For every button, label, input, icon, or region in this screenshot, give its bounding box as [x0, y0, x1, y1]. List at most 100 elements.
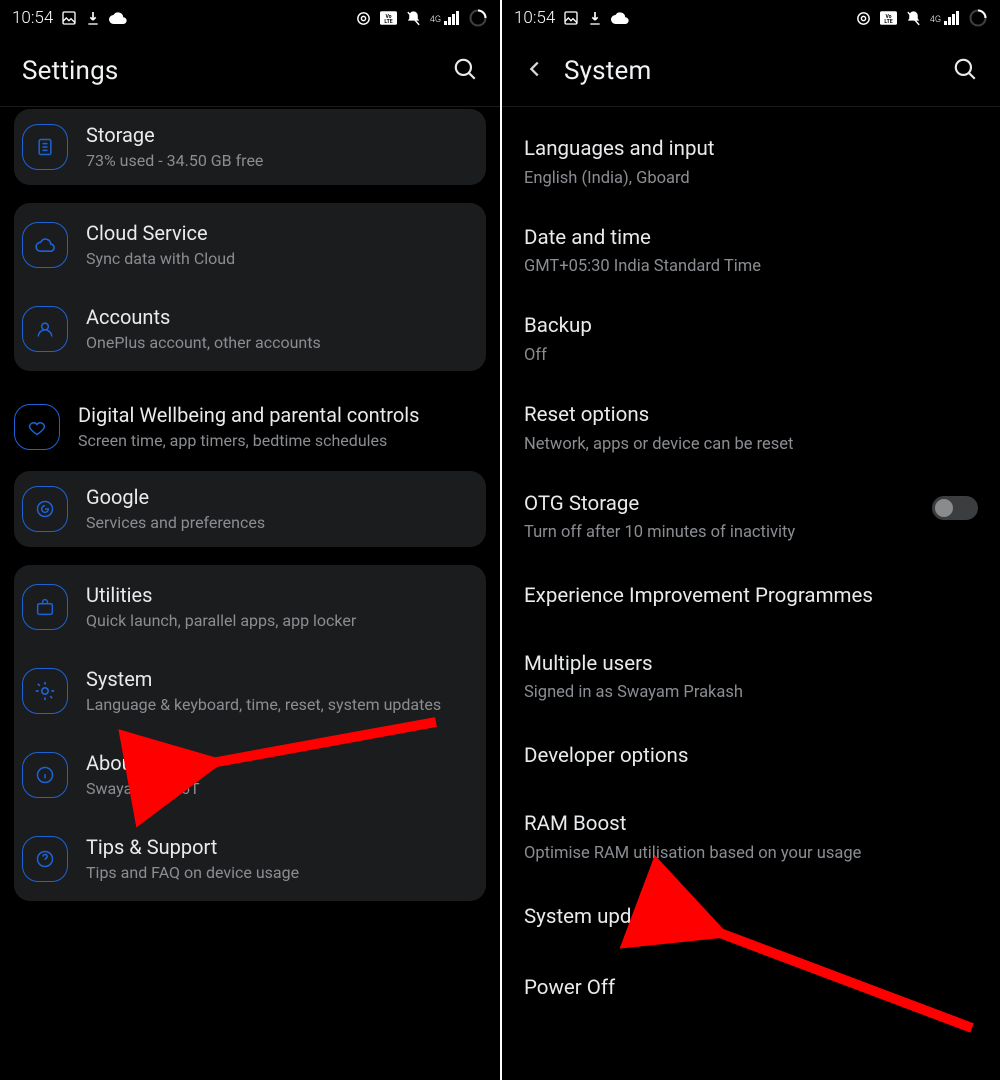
status-bar: 10:54 VoLTE 4G: [0, 0, 500, 36]
search-icon[interactable]: [452, 56, 478, 86]
system-screen: 10:54 VoLTE 4G System: [500, 0, 1000, 1080]
settings-row-title: Utilities: [86, 583, 356, 607]
spinner-icon: [468, 8, 488, 28]
system-item-otg[interactable]: OTG Storage Turn off after 10 minutes of…: [524, 474, 978, 563]
system-item-subtitle: English (India), Gboard: [524, 169, 978, 188]
settings-group-storage: Storage 73% used - 34.50 GB free: [14, 109, 486, 185]
system-item-title: Developer options: [524, 740, 978, 774]
system-item-subtitle: Turn off after 10 minutes of inactivity: [524, 523, 978, 542]
status-clock: 10:54: [514, 8, 555, 28]
system-item-title: Experience Improvement Programmes: [524, 580, 978, 614]
page-title: System: [564, 56, 651, 86]
spinner-icon: [968, 8, 988, 28]
system-item-title: RAM Boost: [524, 812, 978, 838]
settings-scroll[interactable]: Storage 73% used - 34.50 GB free Cloud S…: [0, 107, 500, 939]
settings-screen: 10:54 VoLTE 4G Settings: [0, 0, 500, 1080]
download-icon: [85, 10, 101, 26]
settings-row-title: Tips & Support: [86, 835, 299, 859]
settings-row-title: Digital Wellbeing and parental controls: [78, 403, 419, 427]
settings-row-system[interactable]: System Language & keyboard, time, reset,…: [14, 649, 486, 733]
system-list[interactable]: Languages and input English (India), Gbo…: [502, 107, 1000, 1026]
otg-toggle[interactable]: [932, 496, 978, 520]
settings-group-accounts: Cloud Service Sync data with Cloud Accou…: [14, 203, 486, 371]
system-item-reset[interactable]: Reset options Network, apps or device ca…: [524, 385, 978, 474]
system-item-title: Backup: [524, 314, 978, 340]
settings-row-cloud[interactable]: Cloud Service Sync data with Cloud: [14, 203, 486, 287]
settings-row-storage[interactable]: Storage 73% used - 34.50 GB free: [14, 109, 486, 185]
mute-icon: [405, 10, 422, 27]
settings-row-title: Storage: [86, 123, 263, 147]
settings-row-google[interactable]: Google Services and preferences: [14, 471, 486, 547]
cloud-service-icon: [22, 222, 68, 268]
settings-row-accounts[interactable]: Accounts OnePlus account, other accounts: [14, 287, 486, 371]
svg-text:LTE: LTE: [384, 19, 392, 25]
system-header: System: [502, 36, 1000, 106]
settings-row-subtitle: OnePlus account, other accounts: [86, 333, 321, 353]
settings-row-about[interactable]: About phone Swayam's OP6T: [14, 733, 486, 817]
system-icon: [22, 668, 68, 714]
svg-text:LTE: LTE: [884, 19, 892, 25]
settings-row-utilities[interactable]: Utilities Quick launch, parallel apps, a…: [14, 565, 486, 649]
settings-group-google: Google Services and preferences: [14, 471, 486, 547]
cloud-icon: [109, 11, 127, 25]
cloud-icon: [611, 11, 629, 25]
settings-group-wellbeing: Digital Wellbeing and parental controls …: [14, 389, 486, 465]
system-item-subtitle: Signed in as Swayam Prakash: [524, 683, 978, 702]
status-bar: 10:54 VoLTE 4G: [502, 0, 1000, 36]
system-item-subtitle: Optimise RAM utilisation based on your u…: [524, 844, 978, 863]
system-item-title: Power Off: [524, 972, 978, 1006]
settings-row-title: About phone: [86, 751, 200, 775]
system-item-ramboost[interactable]: RAM Boost Optimise RAM utilisation based…: [524, 794, 978, 883]
image-icon: [563, 10, 579, 26]
system-item-title: Languages and input: [524, 137, 978, 163]
status-clock: 10:54: [12, 8, 53, 28]
image-icon: [61, 10, 77, 26]
settings-row-tips[interactable]: Tips & Support Tips and FAQ on device us…: [14, 817, 486, 901]
system-item-experience[interactable]: Experience Improvement Programmes: [524, 562, 978, 634]
signal-4g-icon: 4G: [930, 11, 960, 25]
download-icon: [587, 10, 603, 26]
system-item-subtitle: Off: [524, 346, 978, 365]
settings-row-title: System: [86, 667, 441, 691]
settings-row-wellbeing[interactable]: Digital Wellbeing and parental controls …: [14, 389, 486, 465]
settings-row-subtitle: Swayam's OP6T: [86, 779, 200, 799]
about-icon: [22, 752, 68, 798]
signal-4g-icon: 4G: [430, 11, 460, 25]
settings-row-subtitle: 73% used - 34.50 GB free: [86, 151, 263, 171]
back-button[interactable]: [524, 58, 546, 84]
cast-icon: [355, 10, 372, 27]
settings-row-title: Accounts: [86, 305, 321, 329]
system-item-developer[interactable]: Developer options: [524, 722, 978, 794]
system-item-poweroff[interactable]: Power Off: [524, 954, 978, 1026]
page-title: Settings: [22, 56, 119, 86]
system-item-title: System updates: [524, 901, 978, 935]
accounts-icon: [22, 306, 68, 352]
system-item-title: Date and time: [524, 226, 978, 252]
google-icon: [22, 486, 68, 532]
search-icon[interactable]: [952, 56, 978, 86]
settings-row-subtitle: Screen time, app timers, bedtime schedul…: [78, 431, 419, 451]
system-item-updates[interactable]: System updates: [524, 883, 978, 955]
settings-row-subtitle: Quick launch, parallel apps, app locker: [86, 611, 356, 631]
system-item-backup[interactable]: Backup Off: [524, 296, 978, 385]
system-item-subtitle: GMT+05:30 India Standard Time: [524, 257, 978, 276]
storage-icon: [22, 124, 68, 170]
volte-icon: VoLTE: [380, 11, 397, 25]
tips-icon: [22, 836, 68, 882]
settings-row-subtitle: Services and preferences: [86, 513, 265, 533]
settings-row-title: Cloud Service: [86, 221, 235, 245]
settings-row-title: Google: [86, 485, 265, 509]
system-item-title: OTG Storage: [524, 492, 978, 518]
system-item-datetime[interactable]: Date and time GMT+05:30 India Standard T…: [524, 208, 978, 297]
cast-icon: [855, 10, 872, 27]
settings-header: Settings: [0, 36, 500, 106]
system-item-users[interactable]: Multiple users Signed in as Swayam Praka…: [524, 634, 978, 723]
settings-group-system: Utilities Quick launch, parallel apps, a…: [14, 565, 486, 901]
system-item-subtitle: Network, apps or device can be reset: [524, 435, 978, 454]
settings-row-subtitle: Language & keyboard, time, reset, system…: [86, 695, 441, 715]
utilities-icon: [22, 584, 68, 630]
wellbeing-icon: [14, 404, 60, 450]
system-item-title: Multiple users: [524, 652, 978, 678]
mute-icon: [905, 10, 922, 27]
system-item-languages[interactable]: Languages and input English (India), Gbo…: [524, 119, 978, 208]
